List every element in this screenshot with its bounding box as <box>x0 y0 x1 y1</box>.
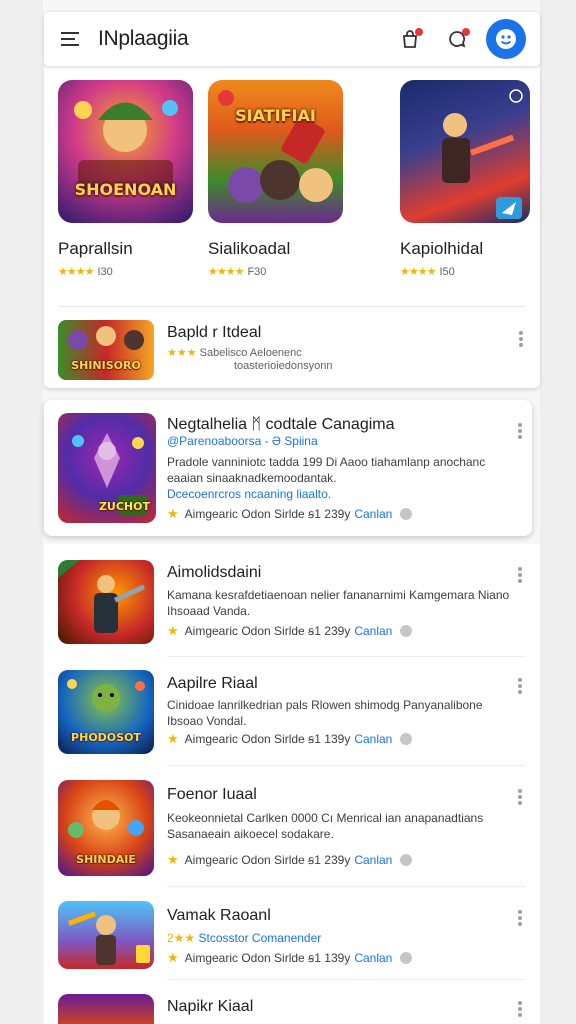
game-subtitle: ★★★ Sabelisco Aeloenenc <box>167 347 302 359</box>
game-list: Aimolidsdaini Kamana kesrafdetiaenoan ne… <box>44 544 540 1024</box>
category-link[interactable]: Canlan <box>354 624 392 638</box>
info-icon[interactable] <box>400 952 413 964</box>
chat-icon[interactable] <box>445 27 470 51</box>
game-title: Kapiolhidal <box>400 239 484 258</box>
star-icon: ★ <box>167 950 179 965</box>
game-thumbnail[interactable] <box>58 901 154 969</box>
game-title: Napikr Kiaal <box>167 998 254 1015</box>
info-icon[interactable] <box>400 508 413 520</box>
list-item[interactable]: Vamak Raoanl 2★★ Stcosstor Comanender ★ … <box>44 887 540 980</box>
list-item[interactable]: ZUCHOT Negtalhelia ᛗ codtale Canagima @P… <box>44 400 540 536</box>
more-options-icon[interactable] <box>514 675 526 697</box>
star-icon: ★ <box>167 506 179 521</box>
game-meta: ★ Aimgearic Odon Sirlde ꞩ1 239y Canlan <box>167 506 413 522</box>
star-rating-icon: ★★★★ <box>400 266 436 278</box>
category-link[interactable]: Canlan <box>354 951 392 965</box>
star-icon: ★ <box>167 852 179 867</box>
star-icon: ★ <box>167 731 179 746</box>
profile-icon[interactable] <box>486 19 526 59</box>
list-item[interactable]: SHINDAIE Foenor Iuaal Keokeonnietal Carl… <box>44 766 540 887</box>
info-icon[interactable] <box>400 625 413 637</box>
game-meta: ★ Aimgearic Odon Sirlde ꞩ1 239y Canlan <box>167 623 413 639</box>
more-options-icon[interactable] <box>514 564 526 586</box>
top-app-bar: INplaagiia <box>44 12 540 66</box>
featured-game-card[interactable]: SIATIFIAI Sialikoadal ★★★★ F30 <box>208 80 346 278</box>
rating-value: I50 <box>439 266 455 278</box>
thumbnail-logo-text: SHINDAIE <box>76 853 136 866</box>
notification-dot <box>415 28 423 36</box>
featured-game-card[interactable]: SHOENOAN Paprallsin ★★★★ I30 <box>58 80 196 278</box>
thumbnail-logo-text: SHINISORO <box>71 359 141 372</box>
thumbnail-logo-text: SIATIFIAI <box>235 106 316 125</box>
game-thumbnail[interactable]: SHOENOAN <box>58 80 193 223</box>
game-tag-link[interactable]: Dcecoenrcros ncaaning liaalto. <box>167 487 331 501</box>
game-title: Aapilre Riaal <box>167 675 258 692</box>
more-options-icon[interactable] <box>514 786 526 808</box>
featured-section: SHOENOAN Paprallsin ★★★★ I30 SIATIFIAI Si… <box>44 66 540 388</box>
game-title: Negtalhelia ᛗ codtale Canagima <box>167 416 395 433</box>
game-meta: ★ Aimgearic Odon Sirlde ꞩ1 239y Canlan <box>167 852 413 868</box>
thumbnail-logo-text: PHODOSOT <box>71 731 141 744</box>
category-link[interactable]: Canlan <box>354 507 392 521</box>
rating-row: ★★★★ I30 <box>58 265 196 278</box>
game-title: Vamak Raoanl <box>167 907 271 924</box>
star-rating-icon: ★★★★ <box>58 266 94 278</box>
list-item[interactable]: SHINISORO Bapld r Itdeal ★★★ Sabelisco A… <box>58 320 528 380</box>
rating-row: ★★★★ F30 <box>208 265 346 278</box>
game-title: Foenor Iuaal <box>167 786 257 803</box>
developer-link[interactable]: 2★★ Stcosstor Comanender <box>167 931 321 945</box>
notification-dot <box>462 28 470 36</box>
highlighted-game-card[interactable]: ZUCHOT Negtalhelia ᛗ codtale Canagima @P… <box>44 400 532 536</box>
more-options-icon[interactable] <box>515 328 527 350</box>
featured-game-card[interactable]: Kapiolhidal ★★★★ I50 <box>400 80 538 278</box>
game-thumbnail[interactable] <box>58 560 154 644</box>
game-thumbnail[interactable] <box>400 80 530 223</box>
rating-value: I30 <box>97 266 113 278</box>
info-icon[interactable] <box>400 733 413 745</box>
rating-value: F30 <box>247 266 267 278</box>
game-title: Paprallsin <box>58 239 133 258</box>
game-description: toasterioiedonsyonn <box>234 360 333 372</box>
game-description: Kamana kesrafdetiaenoan nelier fananarni… <box>167 588 510 618</box>
list-item[interactable]: Napikr Kiaal <box>44 980 540 1024</box>
game-title: Sialikoadal <box>208 239 291 258</box>
game-thumbnail[interactable]: SIATIFIAI <box>208 80 343 223</box>
app-title: INplaagiia <box>98 27 189 50</box>
star-rating-icon: 2★★ <box>167 931 196 945</box>
bag-icon[interactable] <box>398 27 423 51</box>
more-options-icon[interactable] <box>514 998 526 1020</box>
divider <box>58 306 526 307</box>
game-title: Bapld r Itdeal <box>167 324 262 341</box>
more-options-icon[interactable] <box>514 907 526 929</box>
list-item[interactable]: PHODOSOT Aapilre Riaal Cinidoae lanrilke… <box>44 657 540 766</box>
game-thumbnail[interactable] <box>58 994 154 1024</box>
thumbnail-logo-text: ZUCHOT <box>98 500 150 513</box>
game-thumbnail[interactable]: SHINDAIE <box>58 780 154 876</box>
game-description: Pradole vanniniotc tadda 199 Di Aaoo tia… <box>167 455 486 485</box>
menu-icon[interactable] <box>58 27 82 51</box>
rating-row: ★★★★ I50 <box>400 265 538 278</box>
game-thumbnail[interactable]: SHINISORO <box>58 320 154 380</box>
game-title: Aimolidsdaini <box>167 564 262 581</box>
star-rating-icon: ★★★ <box>167 347 197 359</box>
more-options-icon[interactable] <box>514 420 526 442</box>
game-meta: ★ Aimgearic Odon Sirlde ꞩ1 139y Canlan <box>167 950 413 966</box>
star-icon: ★ <box>167 623 179 638</box>
info-icon[interactable] <box>400 854 413 866</box>
category-link[interactable]: Canlan <box>354 732 392 746</box>
game-thumbnail[interactable]: ZUCHOT <box>58 413 156 523</box>
game-description: Keokeonnietal Carlken 0000 Cı Menrical i… <box>167 811 484 841</box>
developer-link[interactable]: @Parenoaboorsa - Ə Spiina <box>167 434 318 448</box>
game-meta: ★ Aimgearic Odon Sirlde ꞩ1 139y Canlan <box>167 731 413 747</box>
category-link[interactable]: Canlan <box>354 853 392 867</box>
game-description: Cinidoae lanrilkedrian pals Rlowen shimo… <box>167 698 483 728</box>
game-thumbnail[interactable]: PHODOSOT <box>58 670 154 754</box>
list-item[interactable]: Aimolidsdaini Kamana kesrafdetiaenoan ne… <box>44 544 540 657</box>
star-rating-icon: ★★★★ <box>208 266 244 278</box>
thumbnail-logo-text: SHOENOAN <box>74 180 177 199</box>
